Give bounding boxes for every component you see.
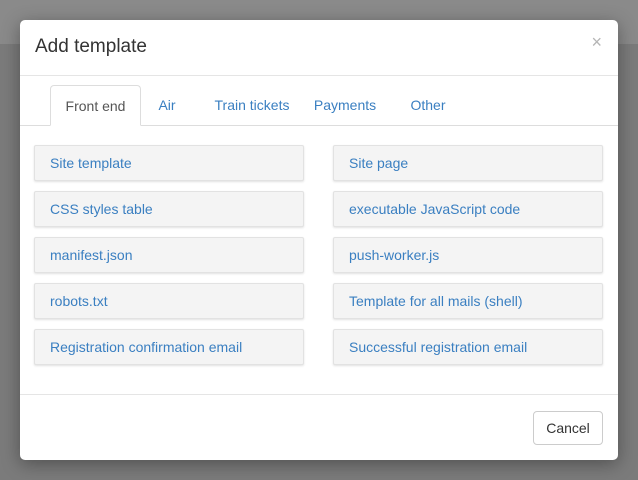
tab-train-tickets[interactable]: Train tickets (200, 85, 304, 125)
tab-air[interactable]: Air (148, 85, 186, 125)
dialog-footer: Cancel (20, 394, 618, 461)
dialog-title: Add template (35, 36, 147, 57)
template-push-worker-js[interactable]: push-worker.js (333, 237, 603, 273)
template-manifest-json[interactable]: manifest.json (34, 237, 304, 273)
template-site-page[interactable]: Site page (333, 145, 603, 181)
tab-payments[interactable]: Payments (308, 85, 382, 125)
template-successful-registration-email[interactable]: Successful registration email (333, 329, 603, 365)
tab-front-end[interactable]: Front end (50, 85, 141, 126)
add-template-dialog: Add template × Front end Air Train ticke… (20, 20, 618, 460)
dialog-header: Add template × (20, 20, 618, 76)
template-registration-confirmation-email[interactable]: Registration confirmation email (34, 329, 304, 365)
close-icon[interactable]: × (591, 33, 602, 51)
template-category-tabs: Front end Air Train tickets Payments Oth… (20, 85, 618, 126)
cancel-button[interactable]: Cancel (533, 411, 603, 445)
template-site-template[interactable]: Site template (34, 145, 304, 181)
template-css-styles-table[interactable]: CSS styles table (34, 191, 304, 227)
tab-other[interactable]: Other (400, 85, 456, 125)
template-robots-txt[interactable]: robots.txt (34, 283, 304, 319)
template-executable-javascript[interactable]: executable JavaScript code (333, 191, 603, 227)
template-mail-shell[interactable]: Template for all mails (shell) (333, 283, 603, 319)
